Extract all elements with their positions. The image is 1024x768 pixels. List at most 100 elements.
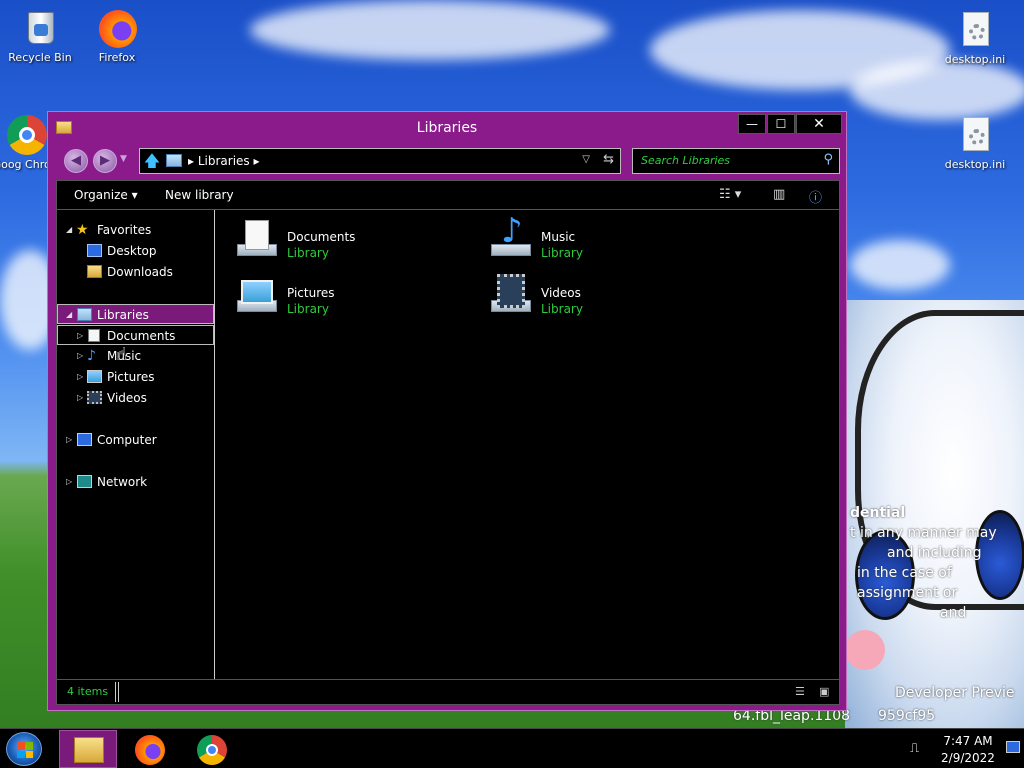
library-type: Library	[541, 302, 583, 316]
nav-label: Libraries	[97, 308, 149, 322]
settings-file-icon	[955, 115, 995, 155]
nav-item-pictures[interactable]: ▷ Pictures	[57, 367, 214, 387]
expand-arrow-icon[interactable]: ◢	[66, 305, 72, 325]
videos-icon	[87, 391, 102, 404]
documents-icon	[88, 329, 100, 342]
expand-arrow-icon[interactable]: ▷	[66, 472, 72, 492]
organize-label: Organize	[74, 188, 128, 202]
details-view-icon[interactable]: ☰	[795, 685, 805, 698]
library-type: Library	[287, 302, 329, 316]
organize-button[interactable]: Organize ▾	[74, 188, 138, 202]
breadcrumb[interactable]: ▸ Libraries ▸	[188, 154, 260, 168]
desktop-icon-desktop-ini[interactable]: desktop.ini	[935, 10, 1015, 66]
file-explorer-icon	[74, 737, 104, 763]
library-name: Music	[541, 230, 576, 244]
library-type: Library	[287, 246, 329, 260]
preview-pane-icon[interactable]: ▥	[773, 187, 785, 202]
computer-icon	[77, 433, 92, 446]
nav-item-downloads[interactable]: Downloads	[57, 262, 214, 282]
change-view-icon[interactable]: ☷ ▾	[719, 187, 741, 202]
expand-arrow-icon[interactable]: ◢	[66, 220, 72, 240]
expand-arrow-icon[interactable]: ▷	[77, 367, 83, 387]
watermark-text: assignment or	[857, 585, 958, 601]
taskbar: ⎍ 7:47 AM 2/9/2022	[0, 728, 1024, 768]
status-divider	[115, 682, 119, 702]
nav-item-documents[interactable]: ▷ Documents	[57, 325, 214, 345]
new-library-button[interactable]: New library	[165, 188, 234, 202]
item-count: 4 items	[67, 685, 109, 698]
library-type: Library	[541, 246, 583, 260]
music-icon: ♪	[87, 348, 96, 364]
nav-item-libraries[interactable]: ◢ Libraries	[57, 304, 214, 324]
recent-pages-dropdown[interactable]: ▼	[120, 154, 127, 164]
hand-cursor-icon: ☝	[116, 344, 127, 365]
desktop-icon-firefox[interactable]: Firefox	[77, 8, 157, 64]
search-input[interactable]: Search Libraries ⚲	[632, 148, 840, 174]
nav-label: Network	[97, 475, 148, 489]
network-tray-icon[interactable]: ⎍	[910, 741, 919, 756]
desktop-icon	[87, 244, 102, 257]
content-area: ◢ ★ Favorites Desktop Downloads ◢ Librar…	[56, 210, 840, 679]
libraries-icon	[77, 308, 92, 321]
star-icon: ★	[76, 222, 89, 238]
breadcrumb-libraries[interactable]: Libraries	[198, 154, 250, 168]
firefox-icon	[97, 8, 137, 48]
search-placeholder: Search Libraries	[641, 154, 731, 167]
nav-item-videos[interactable]: ▷ Videos	[57, 388, 214, 408]
cloud	[850, 240, 950, 290]
network-icon	[77, 475, 92, 488]
taskbar-explorer[interactable]	[59, 730, 117, 768]
title-bar[interactable]: Libraries — ☐ ✕	[48, 112, 846, 144]
libraries-folder-icon	[166, 154, 182, 167]
clock-time: 7:47 AM	[943, 734, 993, 748]
desktop-icon-label: desktop.ini	[944, 53, 1006, 66]
library-item-videos[interactable]: Videos Library	[487, 270, 717, 316]
music-library-icon: ♪	[487, 214, 533, 262]
settings-file-icon	[955, 10, 995, 50]
close-button[interactable]: ✕	[796, 114, 842, 134]
pictures-library-icon	[233, 274, 279, 318]
address-dropdown-icon[interactable]: ▽	[582, 154, 590, 165]
expand-arrow-icon[interactable]: ▷	[77, 388, 83, 408]
nav-label: Videos	[107, 391, 147, 405]
search-icon[interactable]: ⚲	[823, 152, 833, 167]
library-item-music[interactable]: ♪ Music Library	[487, 214, 717, 260]
forward-button[interactable]: ▶	[93, 149, 117, 173]
expand-arrow-icon[interactable]: ▷	[77, 346, 83, 366]
maximize-button[interactable]: ☐	[767, 114, 795, 134]
show-desktop-icon[interactable]	[1006, 741, 1020, 753]
watermark-text: t in any manner may	[850, 525, 997, 541]
nav-item-music[interactable]: ▷ ♪ Music	[57, 346, 214, 366]
nav-item-favorites[interactable]: ◢ ★ Favorites	[57, 220, 214, 240]
refresh-icon[interactable]: ⇆	[603, 152, 614, 167]
desktop-icon-recycle-bin[interactable]: Recycle Bin	[0, 8, 80, 64]
chrome-icon	[197, 735, 227, 765]
minimize-button[interactable]: —	[738, 114, 766, 134]
expand-arrow-icon[interactable]: ▷	[77, 326, 83, 346]
taskbar-chrome[interactable]	[183, 730, 241, 768]
large-icons-view-icon[interactable]: ▣	[819, 685, 829, 698]
watermark-text: and including	[887, 545, 982, 561]
library-name: Pictures	[287, 286, 335, 300]
window-title: Libraries	[416, 120, 478, 136]
desktop-icon-label: Firefox	[98, 51, 136, 64]
taskbar-firefox[interactable]	[121, 730, 179, 768]
up-arrow-icon[interactable]: 🡅	[143, 152, 161, 170]
nav-item-desktop[interactable]: Desktop	[57, 241, 214, 261]
command-bar: Organize ▾ New library ☷ ▾ ▥ ⓘ	[56, 180, 840, 210]
start-button[interactable]	[6, 732, 42, 766]
nav-label: Documents	[107, 329, 176, 343]
status-bar: 4 items ☰ ▣	[56, 679, 840, 705]
library-item-documents[interactable]: Documents Library	[233, 214, 463, 260]
address-bar[interactable]: 🡅 ▸ Libraries ▸ ▽ ⇆	[139, 148, 621, 174]
library-name: Videos	[541, 286, 581, 300]
clock[interactable]: 7:47 AM 2/9/2022	[930, 734, 1006, 765]
watermark-text: and	[940, 605, 967, 621]
help-icon[interactable]: ⓘ	[809, 187, 822, 206]
library-item-pictures[interactable]: Pictures Library	[233, 270, 463, 316]
expand-arrow-icon[interactable]: ▷	[66, 430, 72, 450]
nav-item-computer[interactable]: ▷ Computer	[57, 430, 214, 450]
back-button[interactable]: ◀	[64, 149, 88, 173]
desktop-icon-desktop-ini[interactable]: desktop.ini	[935, 115, 1015, 171]
nav-item-network[interactable]: ▷ Network	[57, 472, 214, 492]
